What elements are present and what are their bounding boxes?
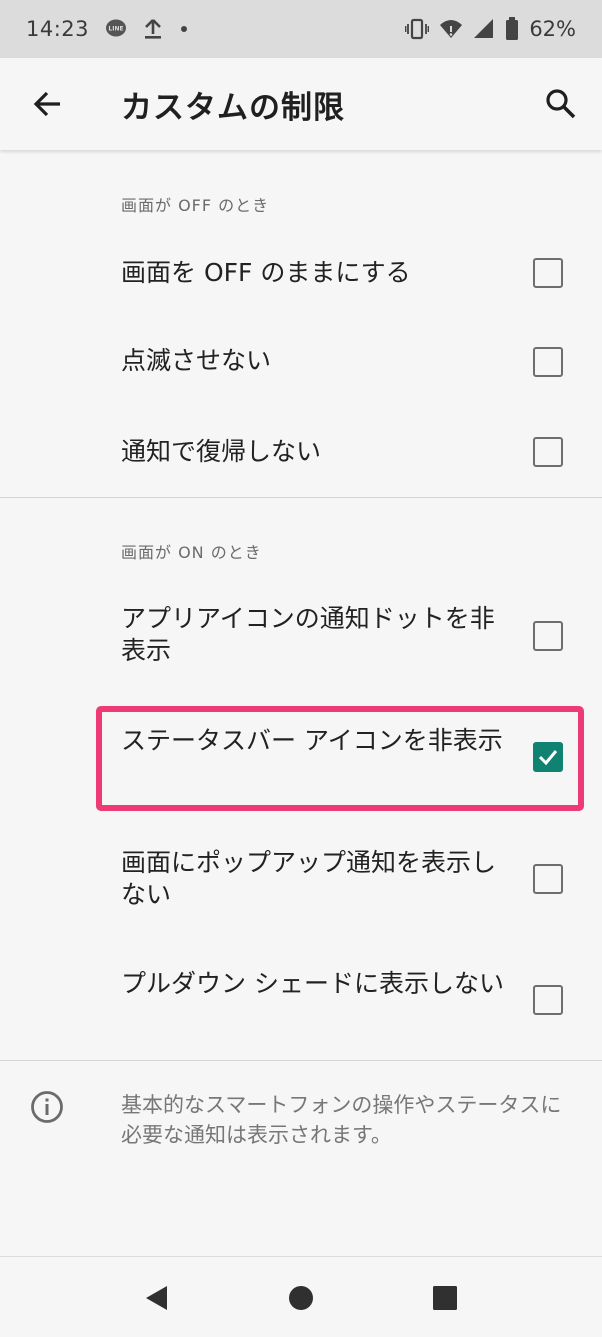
home-circle-icon	[289, 1286, 313, 1310]
checkbox-no-popup[interactable]	[533, 864, 563, 894]
navigation-bar	[0, 1257, 602, 1337]
pref-hide-status-bar-icons[interactable]: ステータスバー アイコンを非表示	[0, 718, 602, 798]
status-bar: 14:23 LINE 62%	[0, 0, 602, 58]
nav-recents-button[interactable]	[430, 1283, 460, 1313]
section-header-screen-off: 画面が OFF のとき	[121, 196, 270, 215]
arrow-left-icon	[33, 91, 60, 117]
nav-back-button[interactable]	[143, 1283, 173, 1313]
checkbox-no-blink[interactable]	[533, 347, 563, 377]
pref-label: 画面にポップアップ通知を表示しない	[121, 848, 497, 909]
search-icon	[546, 89, 576, 119]
pref-no-pulldown-shade[interactable]: プルダウン シェードに表示しない	[0, 960, 602, 1040]
dot-icon	[179, 24, 189, 34]
checkbox-hide-status-bar-icons[interactable]	[533, 742, 563, 772]
checkmark-icon	[538, 750, 558, 766]
nav-home-button[interactable]	[286, 1283, 316, 1313]
search-button[interactable]	[543, 86, 579, 122]
pref-keep-screen-off[interactable]: 画面を OFF のままにする	[0, 240, 602, 306]
pref-label: 通知で復帰しない	[121, 437, 322, 466]
battery-percent: 62%	[529, 17, 576, 41]
back-triangle-icon	[146, 1286, 167, 1310]
page-title: カスタムの制限	[121, 90, 345, 126]
section-header-screen-on: 画面が ON のとき	[121, 543, 262, 562]
battery-icon	[505, 17, 519, 41]
section-divider	[0, 497, 602, 498]
recents-square-icon	[433, 1286, 457, 1310]
app-bar: カスタムの制限	[0, 58, 602, 150]
pref-no-wake[interactable]: 通知で復帰しない	[0, 420, 602, 486]
pref-label: プルダウン シェードに表示しない	[121, 969, 504, 998]
pref-label: アプリアイコンの通知ドットを非表示	[121, 604, 495, 665]
back-button[interactable]	[30, 86, 66, 122]
pref-no-blink[interactable]: 点滅させない	[0, 330, 602, 396]
section-divider	[0, 1060, 602, 1061]
info-icon	[30, 1090, 64, 1124]
upload-icon	[143, 18, 163, 40]
checkbox-no-wake[interactable]	[533, 437, 563, 467]
wifi-icon	[439, 18, 463, 40]
info-text: 基本的なスマートフォンの操作やステータスに必要な通知は表示されます。	[121, 1093, 562, 1147]
pref-label: 点滅させない	[121, 346, 272, 375]
checkbox-hide-notification-dots[interactable]	[533, 621, 563, 651]
pref-no-popup[interactable]: 画面にポップアップ通知を表示しない	[0, 838, 602, 918]
vibrate-icon	[405, 18, 430, 40]
svg-text:LINE: LINE	[108, 26, 123, 33]
line-app-icon: LINE	[105, 18, 127, 40]
checkbox-no-pulldown-shade[interactable]	[533, 985, 563, 1015]
signal-icon	[473, 18, 495, 40]
checkbox-keep-screen-off[interactable]	[533, 258, 563, 288]
pref-label: 画面を OFF のままにする	[121, 258, 411, 287]
status-time: 14:23	[26, 17, 90, 41]
pref-label: ステータスバー アイコンを非表示	[121, 726, 503, 755]
pref-hide-notification-dots[interactable]: アプリアイコンの通知ドットを非表示	[0, 595, 602, 675]
